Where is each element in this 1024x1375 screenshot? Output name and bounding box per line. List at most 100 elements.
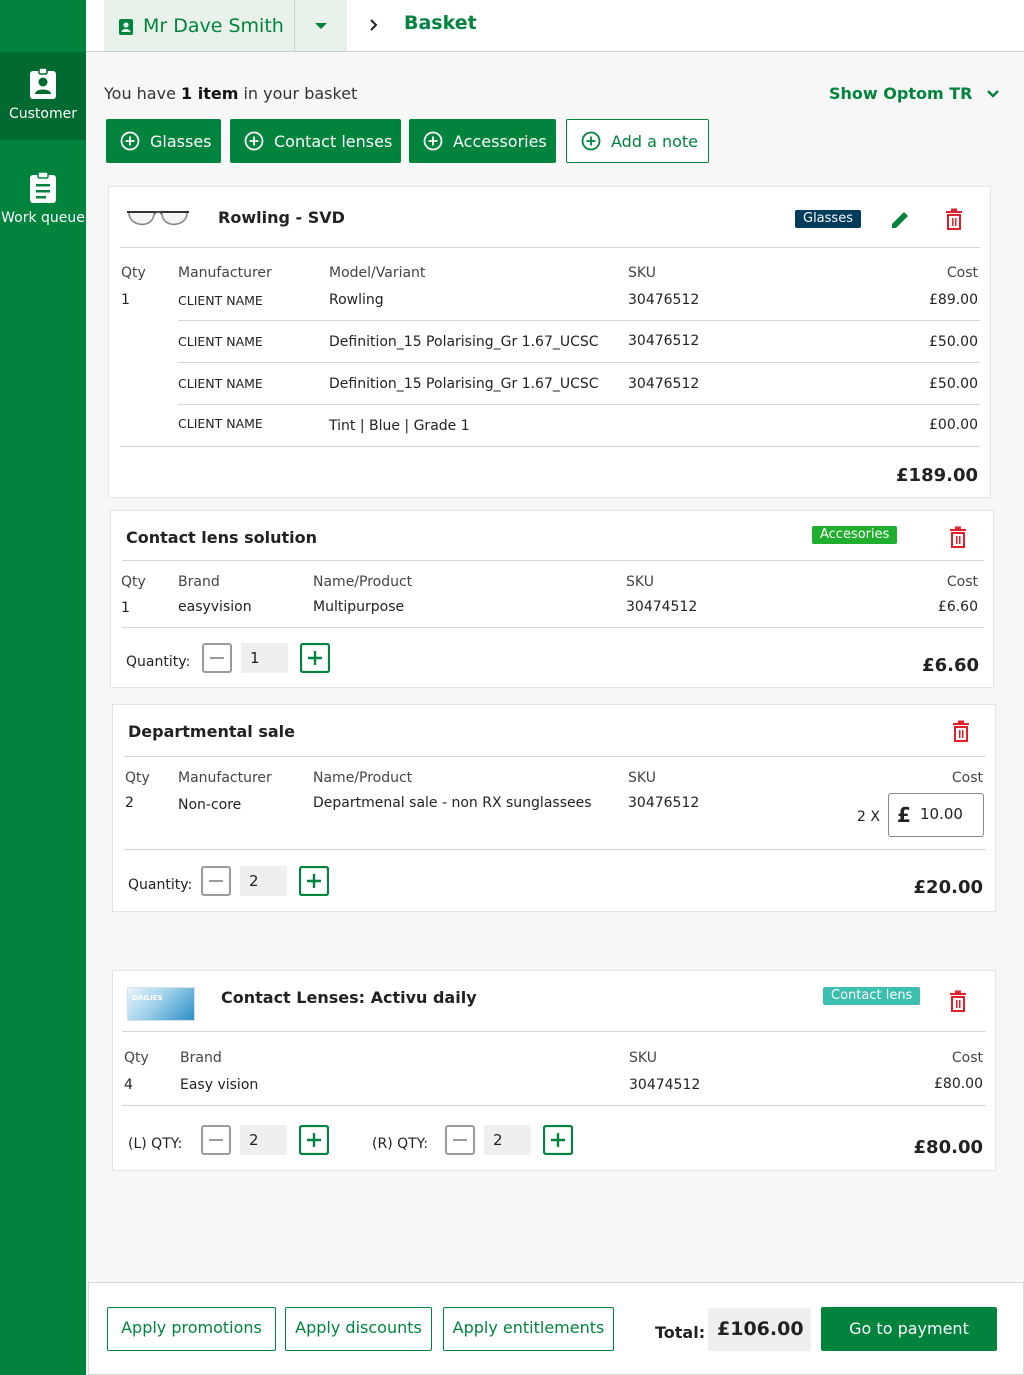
plus-circle-icon	[244, 131, 264, 151]
show-optom-label: Show Optom TR	[829, 84, 973, 103]
card-title: Departmental sale	[128, 722, 295, 741]
row-sku: 30476512	[628, 333, 700, 349]
column-header-qty: Qty	[124, 1050, 149, 1066]
category-badge: Contact lens	[823, 987, 921, 1005]
quantity-input[interactable]: 2	[240, 866, 287, 896]
apply-discounts-button[interactable]: Apply discounts	[285, 1307, 432, 1351]
customer-badge-icon	[30, 68, 56, 99]
delete-trash-icon[interactable]	[949, 526, 967, 548]
plus-circle-icon	[120, 131, 140, 151]
column-header-qty: Qty	[125, 770, 150, 786]
button-label: Accessories	[453, 131, 547, 151]
top-header: Mr Dave Smith Basket	[86, 0, 1024, 52]
card-total: £189.00	[896, 465, 978, 486]
left-increment-button[interactable]	[299, 1125, 329, 1155]
sidebar: Customer Work queue	[0, 0, 86, 1375]
apply-entitlements-button[interactable]: Apply entitlements	[443, 1307, 614, 1351]
pound-symbol: £	[897, 803, 911, 827]
go-to-payment-button[interactable]: Go to payment	[821, 1307, 997, 1351]
column-header-product: Name/Product	[313, 770, 413, 786]
customer-badge-icon	[119, 18, 133, 35]
right-decrement-button[interactable]	[445, 1125, 475, 1155]
column-header-cost: Cost	[946, 574, 978, 590]
item-qty: 1	[121, 292, 130, 308]
card-title: Contact Lenses: Activu daily	[221, 988, 477, 1007]
sidebar-item-label: Customer	[8, 106, 77, 122]
lens-product-image: DAILIES	[127, 987, 195, 1021]
card-total: £80.00	[913, 1137, 983, 1158]
add-accessories-button[interactable]: Accessories	[409, 119, 556, 163]
decrement-button[interactable]	[202, 643, 232, 673]
column-header-cost: Cost	[951, 770, 983, 786]
customer-dropdown-button[interactable]	[295, 0, 347, 51]
plus-circle-icon	[423, 131, 443, 151]
column-header-sku: SKU	[628, 770, 656, 786]
sidebar-item-customer[interactable]: Customer	[0, 52, 86, 140]
left-quantity-input[interactable]: 2	[240, 1125, 287, 1155]
delete-trash-icon[interactable]	[949, 990, 967, 1012]
departmental-sale-card: Departmental sale Qty Manufacturer Name/…	[112, 704, 996, 912]
column-header-sku: SKU	[628, 265, 656, 281]
edit-pencil-icon[interactable]	[889, 209, 911, 231]
glasses-basket-card: Rowling - SVD Glasses Qty Manufacturer M…	[108, 186, 991, 498]
column-header-sku: SKU	[629, 1050, 657, 1066]
left-decrement-button[interactable]	[201, 1125, 231, 1155]
apply-promotions-button[interactable]: Apply promotions	[107, 1307, 276, 1351]
column-header-cost: Cost	[951, 1050, 983, 1066]
row-manufacturer: CLIENT NAME	[178, 416, 263, 431]
column-header-qty: Qty	[121, 574, 146, 590]
glasses-thumbnail-icon	[127, 211, 189, 226]
row-sku: 30476512	[628, 292, 700, 308]
chevron-right-icon	[370, 19, 378, 31]
right-quantity-input[interactable]: 2	[484, 1125, 531, 1155]
page-title: Basket	[404, 12, 477, 34]
quantity-input[interactable]: 1	[241, 643, 288, 673]
card-title: Rowling - SVD	[218, 208, 345, 227]
item-sku: 30474512	[629, 1077, 701, 1093]
add-note-button[interactable]: Add a note	[566, 119, 709, 163]
left-qty-label: (L) QTY:	[128, 1136, 183, 1152]
chevron-down-icon	[987, 89, 1000, 98]
row-cost: £89.00	[929, 292, 978, 308]
customer-tab[interactable]: Mr Dave Smith	[104, 0, 295, 51]
summary-count: 1 item	[181, 84, 239, 103]
caret-down-icon	[315, 22, 327, 29]
item-cost: £80.00	[934, 1076, 983, 1092]
row-cost: £50.00	[929, 334, 978, 350]
row-cost: £00.00	[929, 417, 978, 433]
product-box-text: DAILIES	[132, 994, 163, 1002]
show-optom-toggle[interactable]: Show Optom TR	[829, 84, 1000, 103]
button-label: Contact lenses	[274, 131, 393, 151]
row-model: Definition_15 Polarising_Gr 1.67_UCSC	[329, 376, 599, 392]
button-label: Glasses	[150, 131, 212, 151]
unit-price-input[interactable]: £ 10.00	[888, 793, 984, 837]
delete-trash-icon[interactable]	[945, 208, 963, 230]
item-sku: 30476512	[628, 795, 700, 811]
right-increment-button[interactable]	[543, 1125, 573, 1155]
sidebar-item-label: Work queue	[1, 210, 85, 226]
button-label: Add a note	[611, 131, 698, 151]
column-header-product: Name/Product	[313, 574, 413, 590]
item-product: Multipurpose	[313, 599, 405, 615]
item-brand: Easy vision	[180, 1077, 259, 1093]
add-contact-lenses-button[interactable]: Contact lenses	[230, 119, 401, 163]
increment-button[interactable]	[299, 866, 329, 896]
decrement-button[interactable]	[201, 866, 231, 896]
item-qty: 1	[121, 600, 130, 616]
quantity-label: Quantity:	[126, 654, 191, 670]
add-glasses-button[interactable]: Glasses	[106, 119, 221, 163]
row-model: Rowling	[329, 292, 384, 308]
delete-trash-icon[interactable]	[952, 720, 970, 742]
item-cost: £6.60	[937, 599, 978, 615]
contact-lenses-card: DAILIES Contact Lenses: Activu daily Con…	[112, 970, 996, 1171]
column-header-manufacturer: Manufacturer	[178, 265, 272, 281]
category-badge: Glasses	[795, 210, 861, 228]
column-header-cost: Cost	[946, 265, 978, 281]
sidebar-item-work-queue[interactable]: Work queue	[0, 170, 86, 260]
increment-button[interactable]	[300, 643, 330, 673]
row-manufacturer: CLIENT NAME	[178, 293, 263, 308]
price-multiplier: 2 X	[857, 809, 880, 825]
card-title: Contact lens solution	[126, 528, 317, 547]
column-header-sku: SKU	[626, 574, 654, 590]
item-product: Departmenal sale - non RX sunglassees	[313, 795, 592, 811]
